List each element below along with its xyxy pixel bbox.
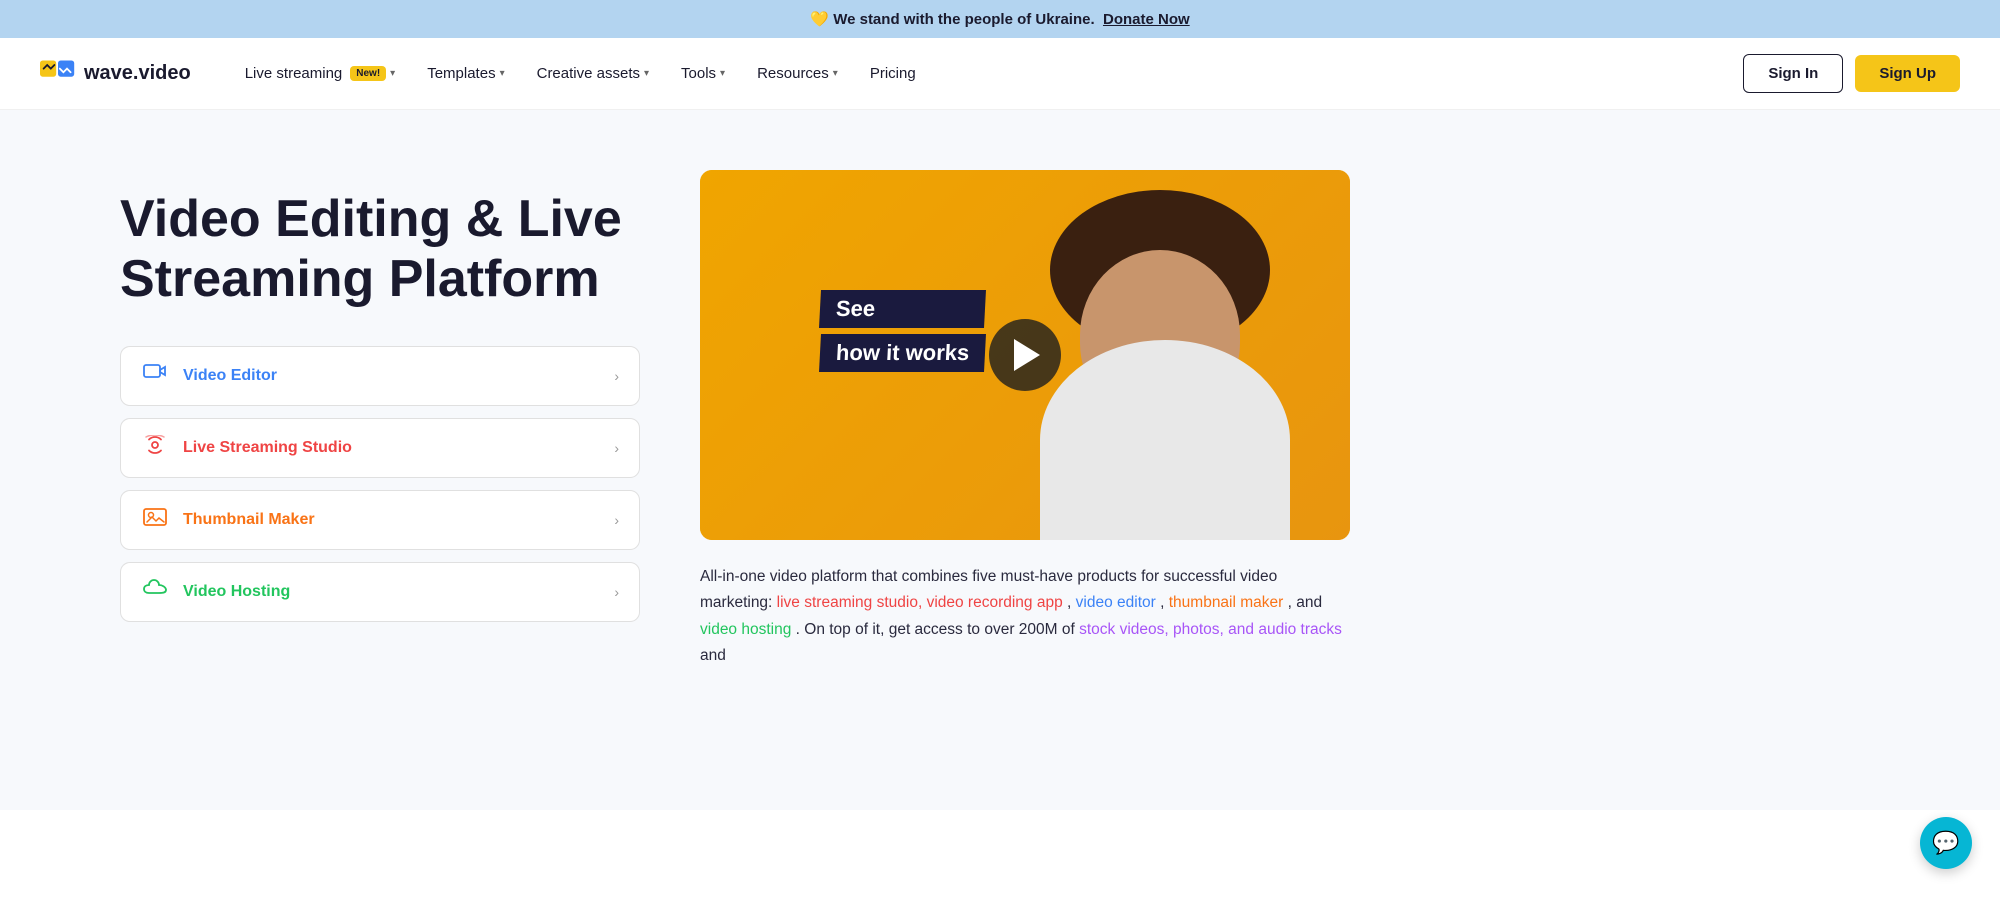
feature-chevron-thumb: ›: [614, 512, 619, 528]
feature-chevron-hosting: ›: [614, 584, 619, 600]
see-how-line2: how it works: [819, 334, 986, 372]
hero-section: Video Editing & Live Streaming Platform …: [0, 110, 2000, 810]
nav-item-creative-assets[interactable]: Creative assets ▾: [523, 57, 663, 90]
signin-button[interactable]: Sign In: [1743, 54, 1843, 93]
thumbnail-maker-icon: [141, 507, 169, 533]
nav-creative-label: Creative assets: [537, 65, 640, 82]
video-wrapper: See how it works: [700, 170, 1880, 540]
feature-label-thumbnail-maker: Thumbnail Maker: [183, 511, 315, 529]
nav-live-streaming-label: Live streaming: [245, 65, 343, 82]
desc-and2: and: [700, 647, 726, 664]
video-editor-icon: [141, 363, 169, 389]
desc-link-live-streaming[interactable]: live streaming studio, video recording a…: [777, 594, 1063, 611]
nav-templates-label: Templates: [427, 65, 495, 82]
top-banner: 💛 We stand with the people of Ukraine. D…: [0, 0, 2000, 38]
hero-right: See how it works All-in-one video platfo…: [700, 170, 1880, 669]
desc-link-stock[interactable]: stock videos, photos, and audio tracks: [1079, 621, 1342, 638]
feature-item-live-streaming[interactable]: Live Streaming Studio ›: [120, 418, 640, 478]
nav-actions: Sign In Sign Up: [1743, 54, 1960, 93]
play-triangle-icon: [1014, 339, 1040, 371]
nav-live-badge: New!: [350, 66, 386, 81]
see-how-badge: See how it works: [820, 290, 985, 372]
nav-chevron-live: ▾: [390, 68, 395, 79]
feature-label-video-editor: Video Editor: [183, 367, 277, 385]
hero-left: Video Editing & Live Streaming Platform …: [120, 170, 640, 622]
desc-comma2: ,: [1160, 594, 1169, 611]
play-button[interactable]: [989, 319, 1061, 391]
see-how-line1: See: [819, 290, 986, 328]
nav-item-tools[interactable]: Tools ▾: [667, 57, 739, 90]
feature-chevron-live: ›: [614, 440, 619, 456]
feature-item-left-hosting: Video Hosting: [141, 579, 290, 605]
nav-items: Live streaming New! ▾ Templates ▾ Creati…: [231, 57, 1744, 90]
feature-item-left-video: Video Editor: [141, 363, 277, 389]
feature-item-left-thumb: Thumbnail Maker: [141, 507, 315, 533]
hero-description: All-in-one video platform that combines …: [700, 564, 1350, 669]
desc-link-video-editor[interactable]: video editor: [1076, 594, 1156, 611]
person-body: [1040, 340, 1290, 540]
nav-chevron-creative: ▾: [644, 68, 649, 79]
nav-resources-label: Resources: [757, 65, 829, 82]
logo-text: wave.video: [84, 62, 191, 85]
nav-item-templates[interactable]: Templates ▾: [413, 57, 518, 90]
navbar: wave.video Live streaming New! ▾ Templat…: [0, 38, 2000, 110]
feature-label-live-streaming: Live Streaming Studio: [183, 439, 352, 457]
nav-item-live-streaming[interactable]: Live streaming New! ▾: [231, 57, 409, 90]
blue-accent-decoration: [1775, 435, 1895, 555]
feature-item-video-hosting[interactable]: Video Hosting ›: [120, 562, 640, 622]
desc-outro: . On top of it, get access to over 200M …: [796, 621, 1079, 638]
logo-icon: [40, 60, 76, 88]
nav-chevron-tools: ▾: [720, 68, 725, 79]
desc-and1: , and: [1288, 594, 1322, 611]
banner-heart: 💛: [810, 11, 829, 28]
nav-item-resources[interactable]: Resources ▾: [743, 57, 852, 90]
feature-item-thumbnail-maker[interactable]: Thumbnail Maker ›: [120, 490, 640, 550]
feature-chevron-video: ›: [614, 368, 619, 384]
feature-label-video-hosting: Video Hosting: [183, 583, 290, 601]
nav-item-pricing[interactable]: Pricing: [856, 57, 930, 90]
hero-title: Video Editing & Live Streaming Platform: [120, 190, 640, 310]
desc-link-thumbnail-maker[interactable]: thumbnail maker: [1169, 594, 1284, 611]
signup-button[interactable]: Sign Up: [1855, 55, 1960, 92]
feature-item-video-editor[interactable]: Video Editor ›: [120, 346, 640, 406]
logo[interactable]: wave.video: [40, 60, 191, 88]
desc-comma1: ,: [1067, 594, 1076, 611]
nav-pricing-label: Pricing: [870, 65, 916, 82]
video-background: See how it works: [700, 170, 1350, 540]
chat-bubble[interactable]: 💬: [1920, 817, 1972, 869]
video-hosting-icon: [141, 579, 169, 605]
feature-list: Video Editor › Live Streaming Stud: [120, 346, 640, 622]
banner-text: We stand with the people of Ukraine.: [833, 11, 1094, 28]
live-streaming-icon: [141, 435, 169, 461]
nav-chevron-resources: ▾: [833, 68, 838, 79]
video-container: See how it works: [700, 170, 1350, 540]
donate-link[interactable]: Donate Now: [1103, 11, 1190, 28]
feature-item-left-live: Live Streaming Studio: [141, 435, 352, 461]
chat-icon: 💬: [1932, 830, 1959, 856]
nav-tools-label: Tools: [681, 65, 716, 82]
nav-chevron-templates: ▾: [500, 68, 505, 79]
desc-link-video-hosting[interactable]: video hosting: [700, 621, 791, 638]
